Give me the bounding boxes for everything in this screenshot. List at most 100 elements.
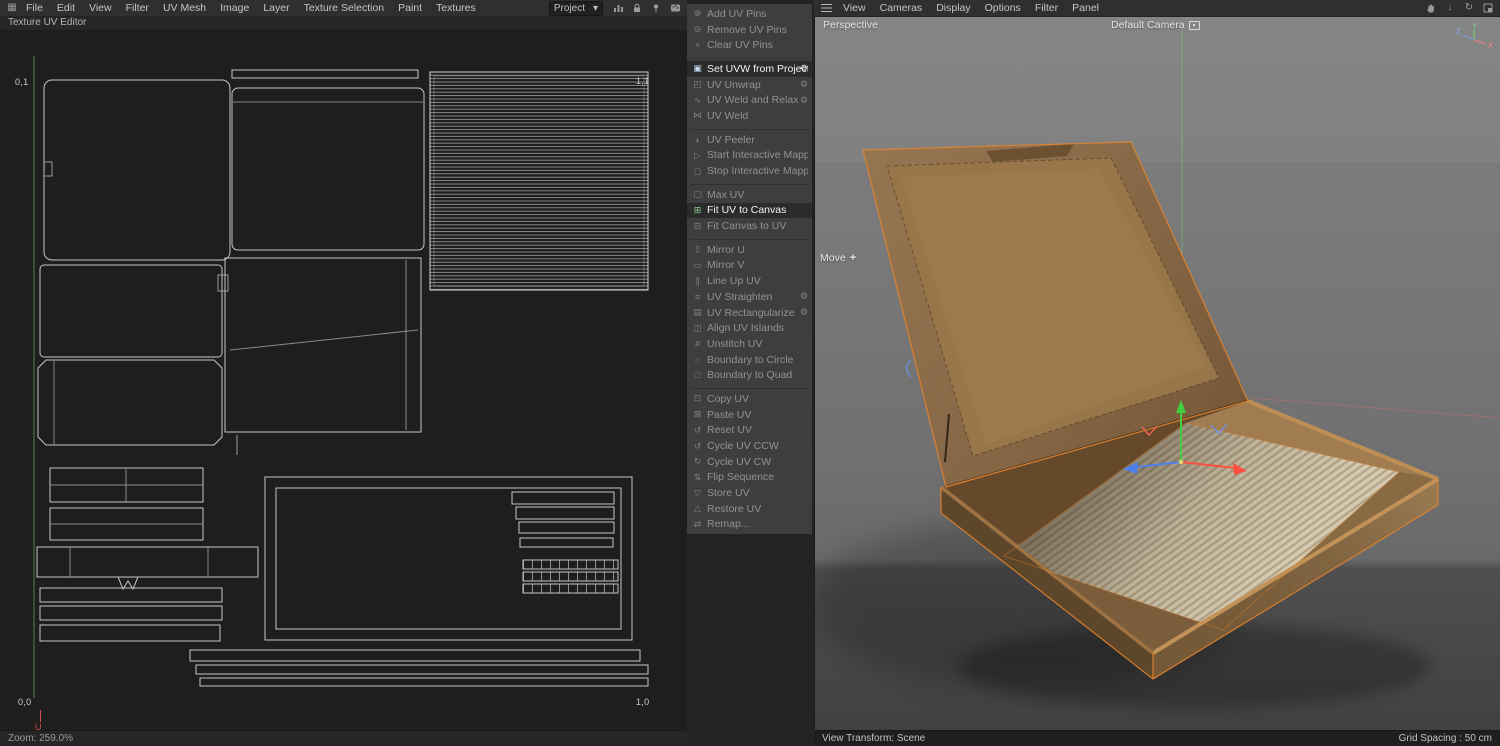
view-transform-status: View Transform: Scene [822,733,925,744]
uv-island-long-strips[interactable] [190,650,648,686]
uv-command-uv-weld-and-relax[interactable]: ∿UV Weld and Relax⚙ [687,92,812,108]
uv-command-stop-interactive-mapping[interactable]: ◻Stop Interactive Mapping [687,163,812,179]
uv-command-boundary-to-quad[interactable]: □Boundary to Quad [687,367,812,383]
command-label: Store UV [707,487,750,499]
menu-item-filter[interactable]: Filter [119,1,156,16]
menu-item-textures[interactable]: Textures [429,1,483,16]
uv-command-uv-straighten[interactable]: ≡UV Straighten⚙ [687,289,812,305]
chart-icon[interactable] [611,1,625,15]
store-uv-icon: ▽ [691,488,704,499]
hamburger-menu-icon[interactable] [821,4,832,12]
uv-islands[interactable] [37,70,648,686]
menu-item-display[interactable]: Display [929,1,977,16]
uv-command-cycle-uv-cw[interactable]: ↻Cycle UV CW [687,454,812,470]
uv-command-set-uvw-from-projection[interactable]: ▣Set UVW from Projection⚙ [687,61,812,77]
uv-island-flaps[interactable] [37,468,258,641]
command-label: Fit UV to Canvas [707,204,786,216]
menu-item-edit[interactable]: Edit [50,1,82,16]
uv-canvas[interactable]: 0,1 1,1 0,0 1,0 U [0,30,686,730]
uv-command-fit-uv-to-canvas[interactable]: ⊞Fit UV to Canvas [687,203,812,219]
gear-icon[interactable]: ⚙ [800,95,808,106]
commands-separator [690,54,809,59]
gear-icon[interactable]: ⚙ [800,79,808,90]
orientation-axis-widget[interactable]: Y Z X [1454,22,1494,54]
uv-command-remap[interactable]: ⇄Remap... [687,517,812,533]
clear-uv-pins-icon: × [691,40,704,50]
uv-command-reset-uv[interactable]: ↺Reset UV [687,423,812,439]
command-label: Boundary to Circle [707,354,793,366]
uv-command-cycle-uv-ccw[interactable]: ↺Cycle UV CCW [687,438,812,454]
command-label: UV Rectangularize [707,307,795,319]
z-handle-mark [907,360,912,377]
gear-icon[interactable]: ⚙ [800,291,808,302]
commands-separator [690,180,809,185]
axis-y-label: Y [1472,22,1478,31]
uv-command-mirror-u[interactable]: ▯Mirror U [687,242,812,258]
stop-interactive-mapping-icon: ◻ [691,166,704,177]
scene-3d [815,16,1500,730]
uv-command-fit-canvas-to-uv[interactable]: ⊟Fit Canvas to UV [687,218,812,234]
uv-island-corrugated[interactable] [430,72,648,290]
uv-command-uv-unwrap[interactable]: ◰UV Unwrap⚙ [687,77,812,93]
menu-item-layer[interactable]: Layer [256,1,296,16]
uv-command-mirror-v[interactable]: ▭Mirror V [687,258,812,274]
uv-command-copy-uv[interactable]: ⊡Copy UV [687,391,812,407]
menu-item-filter[interactable]: Filter [1028,1,1065,16]
uv-command-flip-sequence[interactable]: ⇅Flip Sequence [687,470,812,486]
commands-separator [690,125,809,130]
uv-command-start-interactive-mapping[interactable]: ▷Start Interactive Mapping [687,148,812,164]
uv-coord-top-left: 0,1 [15,77,28,87]
project-dropdown[interactable]: Project ▾ [549,1,603,16]
reset-uv-icon: ↺ [691,425,704,436]
menu-item-view[interactable]: View [82,1,119,16]
viewport-camera-label[interactable]: Default Camera [1111,19,1200,31]
menu-item-cameras[interactable]: Cameras [873,1,930,16]
uv-command-store-uv[interactable]: ▽Store UV [687,485,812,501]
command-label: Set UVW from Projection [707,63,808,75]
uv-island-frame[interactable] [265,477,632,640]
camera-name: Default Camera [1111,19,1185,31]
gear-icon[interactable]: ⚙ [800,307,808,318]
menu-item-options[interactable]: Options [978,1,1028,16]
menu-item-view[interactable]: View [836,1,873,16]
uv-island-edge-strips[interactable] [512,492,618,593]
fit-canvas-to-uv-icon: ⊟ [691,221,704,232]
command-label: Align UV Islands [707,322,784,334]
viewport-3d[interactable]: Perspective Default Camera Move + Y Z X [814,16,1500,730]
uv-command-remove-uv-pins[interactable]: ⊖Remove UV Pins [687,22,812,38]
hand-icon[interactable] [1424,1,1438,15]
frame-icon[interactable] [1481,1,1495,15]
menu-item-uv-mesh[interactable]: UV Mesh [156,1,213,16]
uv-command-paste-uv[interactable]: ⊠Paste UV [687,407,812,423]
gizmo-center[interactable] [1179,460,1183,464]
uv-command-restore-uv[interactable]: △Restore UV [687,501,812,517]
pin-icon[interactable] [649,1,663,15]
lock-icon[interactable] [630,1,644,15]
uv-command-align-uv-islands[interactable]: ◫Align UV Islands [687,320,812,336]
download-arrow-icon[interactable]: ↓ [1443,1,1457,15]
menu-item-texture-selection[interactable]: Texture Selection [297,1,392,16]
uv-command-clear-uv-pins[interactable]: ×Clear UV Pins [687,37,812,53]
command-label: Unstitch UV [707,338,762,350]
uv-command-max-uv[interactable]: ▢Max UV [687,187,812,203]
uv-command-boundary-to-circle[interactable]: ○Boundary to Circle [687,352,812,368]
uv-command-uv-peeler[interactable]: ◗UV Peeler [687,132,812,148]
app-grid-icon[interactable]: ▦ [5,1,19,15]
command-label: UV Peeler [707,134,755,146]
menu-item-panel[interactable]: Panel [1065,1,1106,16]
menu-item-image[interactable]: Image [213,1,256,16]
uv-command-line-up-uv[interactable]: ∥Line Up UV [687,273,812,289]
refresh-icon[interactable]: ↻ [1462,1,1476,15]
palette-icon[interactable] [668,1,682,15]
set-uvw-from-projection-icon: ▣ [691,63,704,74]
viewport-view-label[interactable]: Perspective [823,19,878,31]
cycle-uv-cw-icon: ↻ [691,456,704,467]
max-uv-icon: ▢ [691,189,704,200]
uv-command-add-uv-pins[interactable]: ⊕Add UV Pins [687,6,812,22]
gear-icon[interactable]: ⚙ [800,63,808,74]
uv-command-uv-rectangularize[interactable]: ▤UV Rectangularize⚙ [687,305,812,321]
menu-item-file[interactable]: File [19,1,50,16]
menu-item-paint[interactable]: Paint [391,1,429,16]
uv-command-uv-weld[interactable]: ⋈UV Weld [687,108,812,124]
uv-command-unstitch-uv[interactable]: #Unstitch UV [687,336,812,352]
